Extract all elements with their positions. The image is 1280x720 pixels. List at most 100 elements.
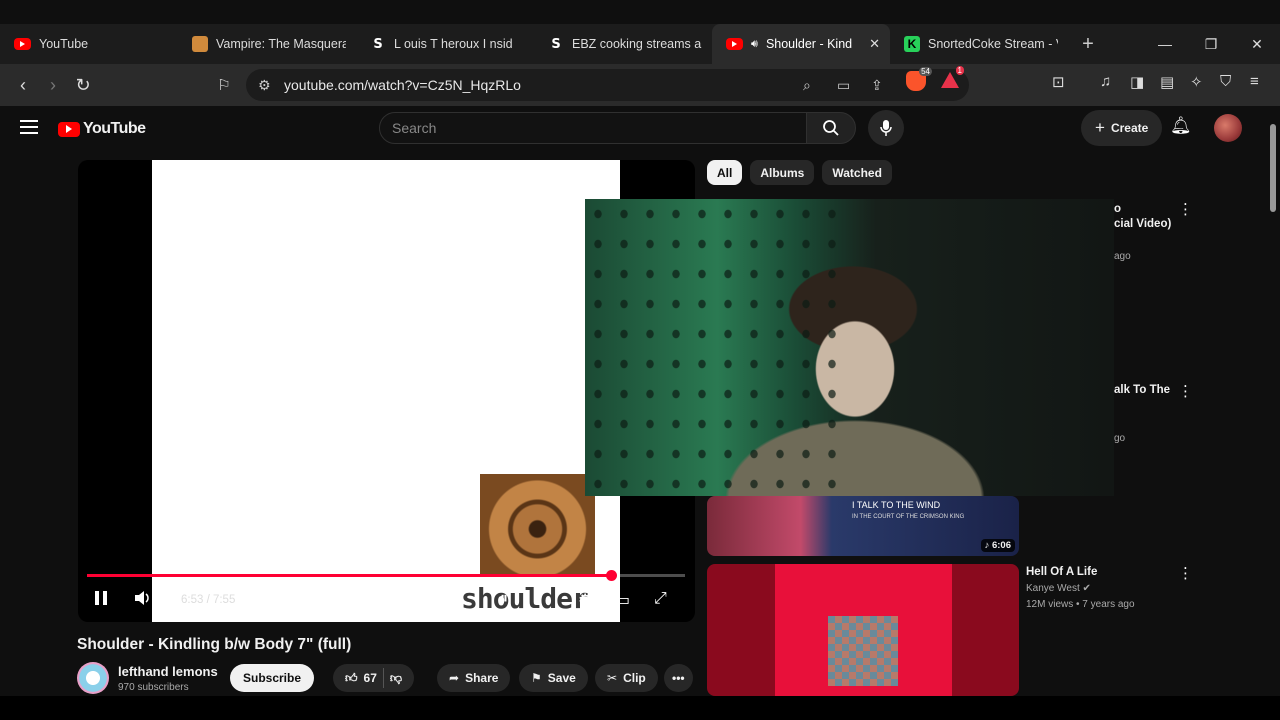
minimize-button[interactable]: — — [1142, 24, 1188, 64]
wallet-icon[interactable]: ▤ — [1160, 73, 1174, 91]
tab-label: Vampire: The Masquerade — [216, 37, 346, 51]
search-button[interactable] — [806, 112, 856, 144]
url-field[interactable]: ⚙ youtube.com/watch?v=Cz5N_HqzRLo ⌕ ▭ ⇪ — [246, 69, 969, 101]
bottom-edge — [0, 696, 1280, 720]
album-cover-image — [480, 474, 595, 574]
screenshot-icon[interactable]: ⊡ — [1052, 73, 1065, 91]
related-thumbnail[interactable] — [707, 564, 1019, 696]
related-thumbnail[interactable]: I TALK TO THE WIND IN THE COURT OF THE C… — [707, 496, 1019, 556]
related-title-fragment[interactable]: cial Video) — [1114, 218, 1171, 230]
related-channel[interactable]: Kanye West ✔︎ — [1026, 583, 1091, 594]
chip-watched[interactable]: Watched — [822, 160, 892, 185]
related-title-fragment[interactable]: o — [1114, 203, 1121, 215]
shields-count: 54 — [919, 67, 932, 76]
microphone-icon — [880, 120, 892, 136]
music-icon[interactable]: ♫ — [1100, 73, 1111, 90]
youtube-play-icon — [58, 121, 80, 137]
related-meta-fragment: ago — [1114, 251, 1131, 262]
url-text: youtube.com/watch?v=Cz5N_HqzRLo — [284, 77, 521, 93]
share-icon: ➦ — [449, 671, 460, 685]
verified-icon: ✔︎ — [1082, 583, 1091, 594]
voice-search-button[interactable] — [868, 110, 904, 146]
back-button[interactable]: ‹ — [8, 70, 38, 100]
vpn-icon[interactable]: ⛉ — [1220, 73, 1231, 90]
theater-mode-icon[interactable]: ▭ — [615, 590, 630, 610]
reload-button[interactable]: ↻ — [68, 70, 98, 100]
fullscreen-icon[interactable]: ⤢ — [654, 590, 667, 608]
related-title-fragment[interactable]: alk To The — [1114, 384, 1170, 396]
cast-icon[interactable]: ▭ — [837, 77, 850, 94]
more-options-icon[interactable]: ⋮ — [1178, 202, 1193, 217]
like-count: 67 — [363, 671, 377, 685]
channel-avatar[interactable] — [77, 662, 109, 694]
thumb-caption: I TALK TO THE WIND — [852, 500, 941, 510]
sidebar-icon[interactable]: ◨ — [1130, 73, 1144, 91]
site-settings-icon[interactable]: ⚙ — [258, 77, 271, 94]
thumbs-up-icon: 👍︎ — [345, 670, 358, 685]
close-tab-icon[interactable]: ✕ — [869, 36, 880, 52]
search-input[interactable]: Search — [379, 112, 807, 144]
speaker-icon[interactable]: 🔊︎ — [751, 38, 758, 51]
more-actions-button[interactable]: ••• — [664, 664, 693, 692]
bookmark-icon[interactable]: ⚐ — [209, 70, 239, 100]
pixelated-cover — [828, 616, 898, 686]
clip-label: Clip — [623, 671, 646, 685]
s-icon: S — [373, 36, 383, 52]
tab-vampire[interactable]: Vampire: The Masquerade — [178, 24, 356, 64]
create-label: Create — [1110, 121, 1149, 135]
menu-icon[interactable]: ≡ — [1250, 73, 1259, 90]
like-button[interactable]: 👍︎ 67 — [345, 671, 377, 686]
filter-chips: All Albums Watched — [707, 160, 892, 185]
subscribe-button[interactable]: Subscribe — [230, 664, 315, 692]
save-icon: ⚑ — [531, 671, 542, 685]
brave-rewards-icon[interactable]: 1 — [941, 66, 964, 88]
progress-bar[interactable] — [87, 570, 685, 581]
tab-shoulder[interactable]: 🔊︎ Shoulder - Kindl ✕ — [712, 24, 890, 64]
address-bar: ‹ › ↻ ⚐ ⚙ youtube.com/watch?v=Cz5N_HqzRL… — [0, 64, 1280, 106]
thumbs-down-icon: 👎︎ — [389, 670, 403, 685]
tab-label: L ouis T heroux I nsid — [394, 37, 513, 51]
close-window-button[interactable]: ✕ — [1234, 24, 1280, 64]
share-page-icon[interactable]: ⇪ — [871, 77, 883, 94]
new-tab-button[interactable]: + — [1068, 24, 1108, 64]
create-button[interactable]: + Create — [1081, 110, 1163, 146]
zoom-icon[interactable]: ⌕ — [803, 77, 811, 94]
more-options-icon[interactable]: ⋮ — [1178, 566, 1193, 581]
share-label: Share — [465, 671, 499, 685]
progress-played — [87, 574, 612, 577]
dislike-button[interactable]: 👎︎ — [390, 671, 402, 686]
like-dislike-group: 👍︎ 67 👎︎ — [333, 664, 415, 692]
related-channel-name: Kanye West — [1026, 583, 1080, 594]
share-button[interactable]: ➦ Share — [437, 664, 511, 692]
forward-button[interactable]: › — [38, 70, 68, 100]
album-overlay-text: shoulder — [461, 582, 589, 615]
brave-shields-icon[interactable]: 54 — [906, 67, 932, 91]
save-button[interactable]: ⚑ Save — [519, 664, 588, 692]
settings-gear-icon[interactable]: ⚙ — [578, 590, 592, 610]
leo-icon[interactable]: ✧ — [1190, 73, 1203, 91]
subscriber-count: 970 subscribers — [118, 682, 189, 693]
page-scrollbar[interactable] — [1266, 106, 1280, 696]
youtube-logo[interactable]: YouTube — [58, 120, 146, 138]
more-options-icon[interactable]: ⋮ — [1178, 384, 1193, 399]
hamburger-menu-icon[interactable] — [20, 120, 38, 134]
related-title[interactable]: Hell Of A Life — [1026, 566, 1097, 578]
chip-all[interactable]: All — [707, 160, 743, 185]
clip-button[interactable]: ✂ Clip — [595, 664, 658, 692]
channel-name[interactable]: lefthand lemons — [118, 664, 218, 679]
logo-text: YouTube — [83, 120, 146, 137]
tab-youtube[interactable]: YouTube — [0, 24, 178, 64]
autoplay-toggle[interactable]: ⏸︎ — [500, 590, 508, 608]
tab-label: SnortedCoke Stream - V — [928, 37, 1058, 51]
chip-albums[interactable]: Albums — [750, 160, 815, 185]
account-avatar[interactable] — [1214, 114, 1242, 142]
pause-button[interactable] — [94, 590, 108, 611]
scrollbar-thumb[interactable] — [1270, 124, 1276, 212]
tab-snortedcoke[interactable]: K SnortedCoke Stream - V — [890, 24, 1068, 64]
volume-button[interactable] — [134, 590, 152, 611]
tab-ebz[interactable]: S EBZ cooking streams are — [534, 24, 712, 64]
tab-louis[interactable]: S L ouis T heroux I nsid — [356, 24, 534, 64]
restore-button[interactable]: ❐ — [1188, 24, 1234, 64]
plus-icon: + — [1095, 118, 1105, 137]
notifications-bell-icon[interactable]: 🔔︎ — [1170, 116, 1192, 136]
